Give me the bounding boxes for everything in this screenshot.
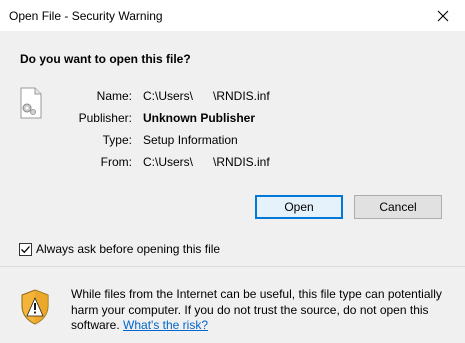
from-label: From: — [100, 155, 132, 169]
name-label: Name: — [96, 89, 132, 103]
from-value: C:\Users\ \RNDIS.inf — [143, 155, 270, 169]
title-bar: Open File - Security Warning — [0, 0, 465, 31]
type-value: Setup Information — [143, 133, 238, 147]
close-icon — [437, 10, 449, 21]
warning-message: While files from the Internet can be use… — [71, 287, 456, 334]
close-button[interactable] — [421, 0, 465, 31]
shield-warning-icon — [21, 289, 49, 325]
window-title: Open File - Security Warning — [9, 9, 163, 23]
open-button[interactable]: Open — [255, 195, 343, 219]
always-ask-checkbox[interactable] — [19, 242, 32, 256]
publisher-value: Unknown Publisher — [143, 111, 256, 125]
publisher-label: Publisher: — [78, 111, 132, 125]
name-value: C:\Users\ \RNDIS.inf — [143, 89, 270, 103]
file-icon — [20, 87, 42, 119]
always-ask-row[interactable]: Always ask before opening this file — [19, 242, 220, 256]
divider — [0, 266, 465, 267]
risk-link[interactable]: What's the risk? — [123, 318, 208, 332]
cancel-button[interactable]: Cancel — [354, 195, 442, 219]
always-ask-label: Always ask before opening this file — [36, 242, 221, 256]
type-label: Type: — [102, 133, 132, 147]
question-heading: Do you want to open this file? — [20, 52, 191, 66]
checkmark-icon — [21, 245, 30, 253]
